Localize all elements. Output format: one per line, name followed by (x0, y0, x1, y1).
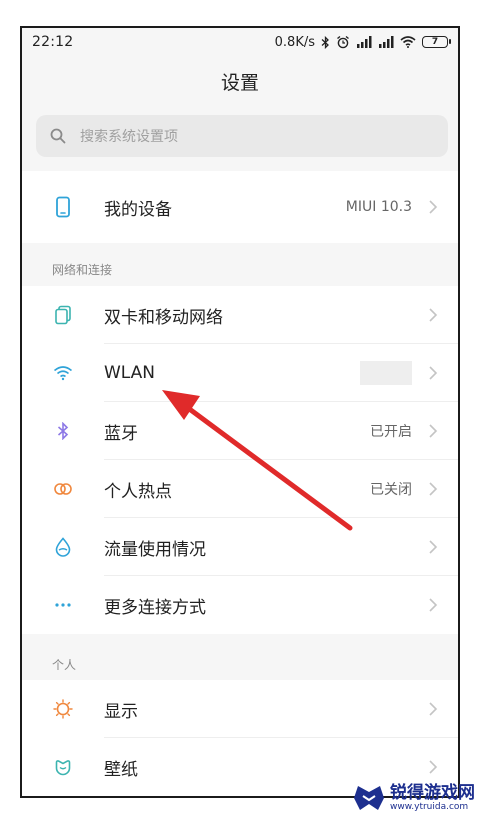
wlan-network-name-redacted (360, 361, 412, 385)
phone-screen: 22:12 0.8K/s 7 设置 搜索系统设置项 我的设备 MIUI 10.3… (20, 26, 460, 798)
list-item-value: 已关闭 (370, 482, 412, 498)
chevron-right-icon (429, 366, 438, 380)
signal-2-icon (379, 36, 394, 48)
search-input[interactable]: 搜索系统设置项 (36, 115, 448, 157)
list-item-label: WLAN (104, 363, 156, 383)
list-item-more-connections[interactable]: 更多连接方式 (22, 576, 458, 634)
wallpaper-icon (52, 756, 74, 778)
watermark: 锐得游戏网 www.ytruida.com (352, 778, 477, 818)
status-bar: 22:12 0.8K/s 7 (22, 28, 458, 56)
my-device-label: 我的设备 (104, 199, 172, 220)
list-item-display[interactable]: 显示 (22, 680, 458, 738)
hotspot-icon (52, 478, 74, 500)
my-device-item[interactable]: 我的设备 MIUI 10.3 (22, 171, 458, 243)
wifi-icon (52, 362, 74, 384)
bluetooth-icon (52, 420, 74, 442)
section-network-header: 网络和连接 (52, 263, 113, 277)
battery-level: 7 (431, 37, 439, 47)
watermark-title: 锐得游戏网 (390, 782, 475, 803)
list-item-label: 显示 (104, 701, 138, 722)
chevron-right-icon (429, 308, 438, 322)
signal-icon (357, 36, 372, 48)
battery-icon: 7 (422, 36, 451, 48)
chevron-right-icon (429, 760, 438, 774)
list-item-sim[interactable]: 双卡和移动网络 (22, 286, 458, 344)
status-icons: 0.8K/s 7 (274, 34, 451, 50)
my-device-value: MIUI 10.3 (345, 199, 412, 215)
search-placeholder: 搜索系统设置项 (80, 129, 178, 145)
status-speed: 0.8K/s (274, 34, 315, 50)
list-item-label: 蓝牙 (104, 423, 138, 444)
chevron-right-icon (429, 702, 438, 716)
chevron-right-icon (429, 482, 438, 496)
section-personal-header: 个人 (52, 658, 77, 672)
data-usage-icon (52, 536, 74, 558)
list-item-hotspot[interactable]: 个人热点 已关闭 (22, 460, 458, 518)
display-icon (52, 698, 74, 720)
phone-icon (52, 196, 74, 218)
list-item-label: 个人热点 (104, 481, 172, 502)
chevron-right-icon (429, 598, 438, 612)
list-item-bluetooth[interactable]: 蓝牙 已开启 (22, 402, 458, 460)
alarm-status-icon (337, 35, 349, 49)
list-item-label: 更多连接方式 (104, 597, 206, 618)
list-item-value: 已开启 (370, 424, 412, 440)
chevron-right-icon (429, 540, 438, 554)
gamepad-logo-icon (354, 786, 384, 810)
status-time: 22:12 (32, 34, 74, 50)
device-card: 我的设备 MIUI 10.3 (22, 171, 458, 243)
page: 22:12 0.8K/s 7 设置 搜索系统设置项 我的设备 MIUI 10.3… (0, 0, 481, 821)
more-icon (52, 594, 74, 616)
network-card: 双卡和移动网络 WLAN 蓝牙 已开启 个人热点 已关闭 流量使用情况 更多连接… (22, 286, 458, 634)
list-item-data-usage[interactable]: 流量使用情况 (22, 518, 458, 576)
wifi-status-icon (400, 36, 416, 48)
page-title: 设置 (220, 72, 259, 94)
chevron-right-icon (429, 424, 438, 438)
watermark-url: www.ytruida.com (390, 801, 469, 812)
list-item-label: 双卡和移动网络 (104, 307, 223, 328)
list-item-label: 壁纸 (104, 759, 138, 780)
list-item-label: 流量使用情况 (104, 539, 206, 560)
search-icon (50, 128, 66, 144)
list-item-wlan[interactable]: WLAN (22, 344, 458, 402)
bluetooth-status-icon (321, 35, 329, 49)
chevron-right-icon (429, 200, 438, 214)
sim-icon (52, 304, 74, 326)
